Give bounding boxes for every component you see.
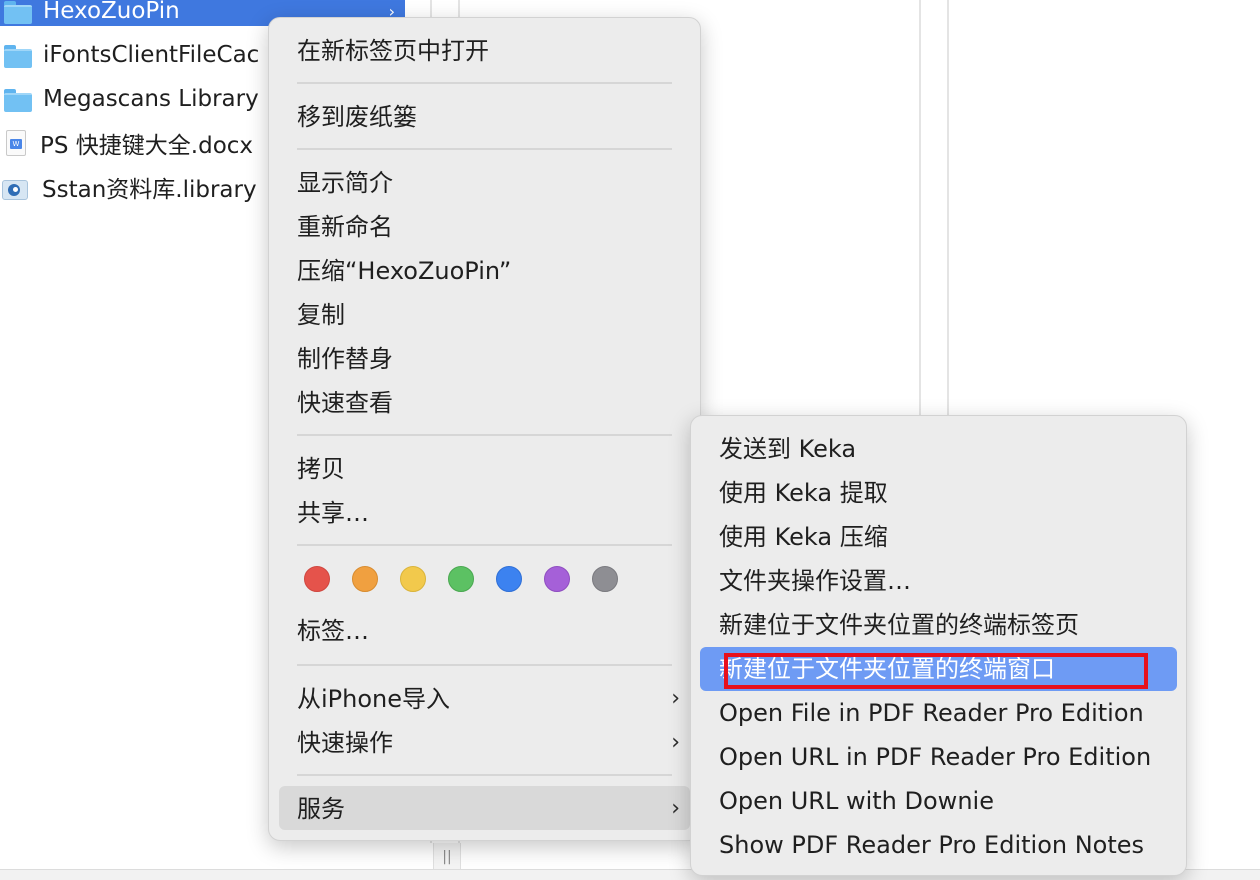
folder-icon xyxy=(3,41,33,69)
column-divider[interactable] xyxy=(947,0,949,416)
menu-item-import-from-iphone[interactable]: 从iPhone导入 xyxy=(297,683,677,715)
menu-separator xyxy=(297,82,672,84)
context-menu: 在新标签页中打开 移到废纸篓 显示简介 重新命名 压缩“HexoZuoPin” … xyxy=(268,17,701,841)
services-item-open-file-pdf-reader[interactable]: Open File in PDF Reader Pro Edition xyxy=(719,697,1144,729)
file-name: Megascans Library xyxy=(43,86,259,112)
menu-item-quick-look[interactable]: 快速查看 xyxy=(297,387,393,419)
chevron-right-icon: › xyxy=(671,796,680,821)
chevron-right-icon: › xyxy=(671,686,680,711)
services-item-show-pdf-notes[interactable]: Show PDF Reader Pro Edition Notes xyxy=(719,829,1144,861)
menu-separator xyxy=(297,664,672,666)
column-resize-handle[interactable]: || xyxy=(433,843,461,871)
menu-item-tags[interactable]: 标签… xyxy=(297,615,369,647)
folder-icon xyxy=(3,85,33,113)
menu-separator xyxy=(297,148,672,150)
annotation-highlight-box xyxy=(724,653,1148,689)
menu-item-quick-actions[interactable]: 快速操作 xyxy=(297,727,393,759)
tag-gray-dot[interactable] xyxy=(592,566,618,592)
menu-item-rename[interactable]: 重新命名 xyxy=(297,211,393,243)
folder-icon xyxy=(3,0,33,25)
menu-item-copy[interactable]: 拷贝 xyxy=(297,453,345,485)
word-document-icon: W xyxy=(6,130,26,156)
tag-yellow-dot[interactable] xyxy=(400,566,426,592)
library-icon xyxy=(2,174,30,200)
menu-separator xyxy=(297,434,672,436)
menu-separator xyxy=(297,774,672,776)
menu-item-duplicate[interactable]: 复制 xyxy=(297,299,345,331)
menu-item-open-in-new-tab[interactable]: 在新标签页中打开 xyxy=(297,35,489,67)
menu-item-share[interactable]: 共享… xyxy=(297,497,369,529)
file-name: Sstan资料库.library xyxy=(42,177,257,203)
file-name: iFontsClientFileCac xyxy=(43,42,260,68)
menu-item-services[interactable]: 服务 xyxy=(297,793,345,825)
menu-item-make-alias[interactable]: 制作替身 xyxy=(297,343,393,375)
services-item-compress-with-keka[interactable]: 使用 Keka 压缩 xyxy=(719,521,888,553)
column-divider[interactable] xyxy=(919,0,921,416)
services-item-extract-with-keka[interactable]: 使用 Keka 提取 xyxy=(719,477,888,509)
tag-red-dot[interactable] xyxy=(304,566,330,592)
services-item-open-url-pdf-reader[interactable]: Open URL in PDF Reader Pro Edition xyxy=(719,741,1151,773)
services-submenu: 发送到 Keka 使用 Keka 提取 使用 Keka 压缩 文件夹操作设置… … xyxy=(690,415,1187,876)
menu-item-get-info[interactable]: 显示简介 xyxy=(297,167,393,199)
tag-purple-dot[interactable] xyxy=(544,566,570,592)
tag-green-dot[interactable] xyxy=(448,566,474,592)
tag-blue-dot[interactable] xyxy=(496,566,522,592)
menu-separator xyxy=(297,544,672,546)
file-name: PS 快捷键大全.docx xyxy=(40,133,254,159)
menu-item-move-to-trash[interactable]: 移到废纸篓 xyxy=(297,101,417,133)
chevron-right-icon: › xyxy=(671,730,680,755)
services-item-send-to-keka[interactable]: 发送到 Keka xyxy=(719,433,856,465)
tag-orange-dot[interactable] xyxy=(352,566,378,592)
services-item-open-url-downie[interactable]: Open URL with Downie xyxy=(719,785,994,817)
services-item-folder-actions-setup[interactable]: 文件夹操作设置… xyxy=(719,565,911,597)
services-item-new-terminal-tab[interactable]: 新建位于文件夹位置的终端标签页 xyxy=(719,609,1079,641)
menu-item-compress[interactable]: 压缩“HexoZuoPin” xyxy=(297,255,511,287)
file-name: HexoZuoPin xyxy=(43,0,180,24)
